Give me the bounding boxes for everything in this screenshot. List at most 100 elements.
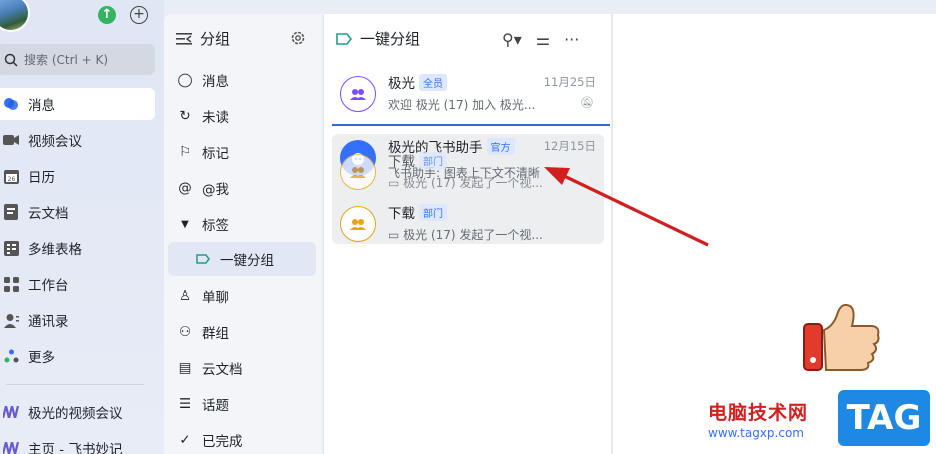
settings-sliders-icon[interactable]: ⚌ [536, 30, 550, 49]
chat-name: 极光 [388, 76, 415, 92]
message-item[interactable]: 极光 全员 11月25日 欢迎 极光 (17) 加入 极光... 🔕︎ [332, 64, 604, 128]
group-item-single-chat[interactable]: ♙ 单聊 [176, 279, 321, 313]
group-avatar [340, 76, 376, 112]
group-item-topics[interactable]: ☰ 话题 [176, 387, 321, 421]
pinned-minutes[interactable]: 主页 - 飞书妙记 [0, 432, 155, 454]
mute-bell-icon: 🔕︎ [580, 96, 594, 109]
person-icon: ♙ [178, 288, 192, 304]
watermark-site: 电脑技术网 [708, 402, 809, 424]
pinned-label: 极光的视频会议 [28, 406, 123, 422]
chat-tag: 全员 [419, 73, 447, 91]
thumbs-up-icon [803, 303, 880, 371]
group-label: 已完成 [202, 434, 243, 450]
apps-grid-icon [2, 275, 20, 293]
caret-down-icon: ▼ [181, 218, 189, 230]
group-item-messages[interactable]: ◯ 消息 [176, 63, 321, 97]
nav-item-docs[interactable]: 云文档 [0, 196, 155, 228]
unread-icon: ↻ [179, 108, 191, 124]
group-label: 群组 [202, 326, 229, 342]
nav-item-calendar[interactable]: 26 日历 [0, 160, 155, 192]
minutes-logo-icon [2, 439, 20, 454]
nav-label: 日历 [28, 170, 55, 186]
group-item-done[interactable]: ✓ 已完成 [176, 423, 321, 454]
preview-text: 极光 (17) 发起了一个视... [403, 228, 543, 242]
nav-item-base[interactable]: 多维表格 [0, 232, 155, 264]
group-label: 云文档 [202, 362, 243, 378]
user-avatar[interactable] [0, 0, 30, 32]
nav-label: 通讯录 [28, 314, 69, 330]
pinned-video-meeting[interactable]: 极光的视频会议 [0, 396, 155, 428]
svg-text:26: 26 [7, 176, 15, 183]
chat-name: 下载 [388, 206, 415, 222]
group-label: 标记 [202, 146, 229, 162]
left-rail: ↑ + 搜索 (Ctrl + K) 消息 视频会议 26 日历 云文档 多维表格… [0, 0, 164, 454]
update-icon[interactable]: ↑ [98, 6, 116, 24]
list-toolbar: ⚲▾ ⚌ ··· [502, 30, 579, 49]
group-item-groups[interactable]: ⚇ 群组 [176, 315, 321, 349]
group-label: 一键分组 [220, 253, 274, 269]
group-item-one-click[interactable]: 一键分组 [168, 242, 316, 276]
department-avatar [340, 206, 376, 242]
groups-title: 分组 [200, 30, 231, 48]
search-input[interactable]: 搜索 (Ctrl + K) [0, 44, 155, 75]
nav-item-workplace[interactable]: 工作台 [0, 268, 155, 300]
at-icon: @ [178, 180, 192, 196]
add-icon[interactable]: + [130, 6, 148, 24]
nav-label: 更多 [28, 350, 55, 366]
rail-divider [6, 384, 144, 385]
department-avatar [340, 154, 376, 190]
nav-label: 消息 [28, 98, 55, 114]
cloud-doc-icon [2, 203, 20, 221]
more-apps-icon [2, 347, 20, 365]
nav-item-contacts[interactable]: 通讯录 [0, 304, 155, 336]
group-label: 话题 [202, 398, 229, 414]
nav-label: 工作台 [28, 278, 69, 294]
group-label: 标签 [202, 218, 229, 234]
filter-icon[interactable]: ⚲▾ [502, 30, 522, 49]
group-item-mentions[interactable]: @ @我 [176, 171, 321, 205]
group-item-labels[interactable]: ▼ 标签 [176, 207, 321, 241]
group-label: @我 [202, 182, 229, 198]
pinned-label: 主页 - 飞书妙记 [28, 442, 123, 454]
search-icon [4, 53, 18, 67]
nav-item-video[interactable]: 视频会议 [0, 124, 155, 156]
chat-preview: ▭ 极光 (17) 发起了一个视... [388, 226, 543, 243]
drop-indicator [332, 124, 610, 126]
video-camera-icon [2, 131, 20, 149]
group-label: 消息 [202, 74, 229, 90]
group-item-flagged[interactable]: ⚐ 标记 [176, 135, 321, 169]
doc-icon: ▤ [178, 360, 192, 376]
chat-tag: 部门 [419, 203, 447, 221]
chat-bubble-icon [2, 95, 20, 113]
preview-text: 极光 (17) 发起了一个视... [403, 176, 543, 190]
nav-label: 视频会议 [28, 134, 82, 150]
topic-icon: ☰ [178, 396, 192, 412]
video-icon: ▭ [388, 176, 404, 190]
collapse-panel-icon[interactable] [176, 32, 192, 46]
annotation-arrow [544, 167, 709, 247]
calendar-icon: 26 [2, 167, 20, 185]
groups-header: 分组 [176, 28, 230, 49]
gear-icon[interactable] [290, 30, 306, 46]
groups-panel: 分组 ◯ 消息 ↻ 未读 ⚐ 标记 @ @我 ▼ 标签 一键分组 ♙ 单聊 ⚇ 群组 ▤ 云文档… [164, 14, 322, 454]
nav-item-more[interactable]: 更多 [0, 340, 155, 372]
group-item-docs[interactable]: ▤ 云文档 [176, 351, 321, 385]
meeting-logo-icon [2, 403, 20, 421]
watermark-badge: TAG [838, 390, 930, 446]
chat-time: 11月25日 [543, 75, 596, 89]
chat-tag: 部门 [419, 151, 447, 169]
contacts-icon [2, 311, 20, 329]
chat-icon: ◯ [177, 72, 193, 88]
video-icon: ▭ [388, 228, 404, 242]
watermark-url: www.tagxp.com [708, 426, 804, 440]
chat-preview: 欢迎 极光 (17) 加入 极光... [388, 98, 536, 112]
group-people-icon: ⚇ [178, 324, 192, 340]
chat-name: 下载 [388, 154, 415, 170]
list-header: 一键分组 [336, 28, 420, 49]
nav-item-messages[interactable]: 消息 [0, 88, 155, 120]
label-tag-icon [336, 32, 352, 45]
flag-icon: ⚐ [178, 144, 192, 160]
table-icon [2, 239, 20, 257]
group-item-unread[interactable]: ↻ 未读 [176, 99, 321, 133]
more-icon[interactable]: ··· [564, 30, 579, 49]
